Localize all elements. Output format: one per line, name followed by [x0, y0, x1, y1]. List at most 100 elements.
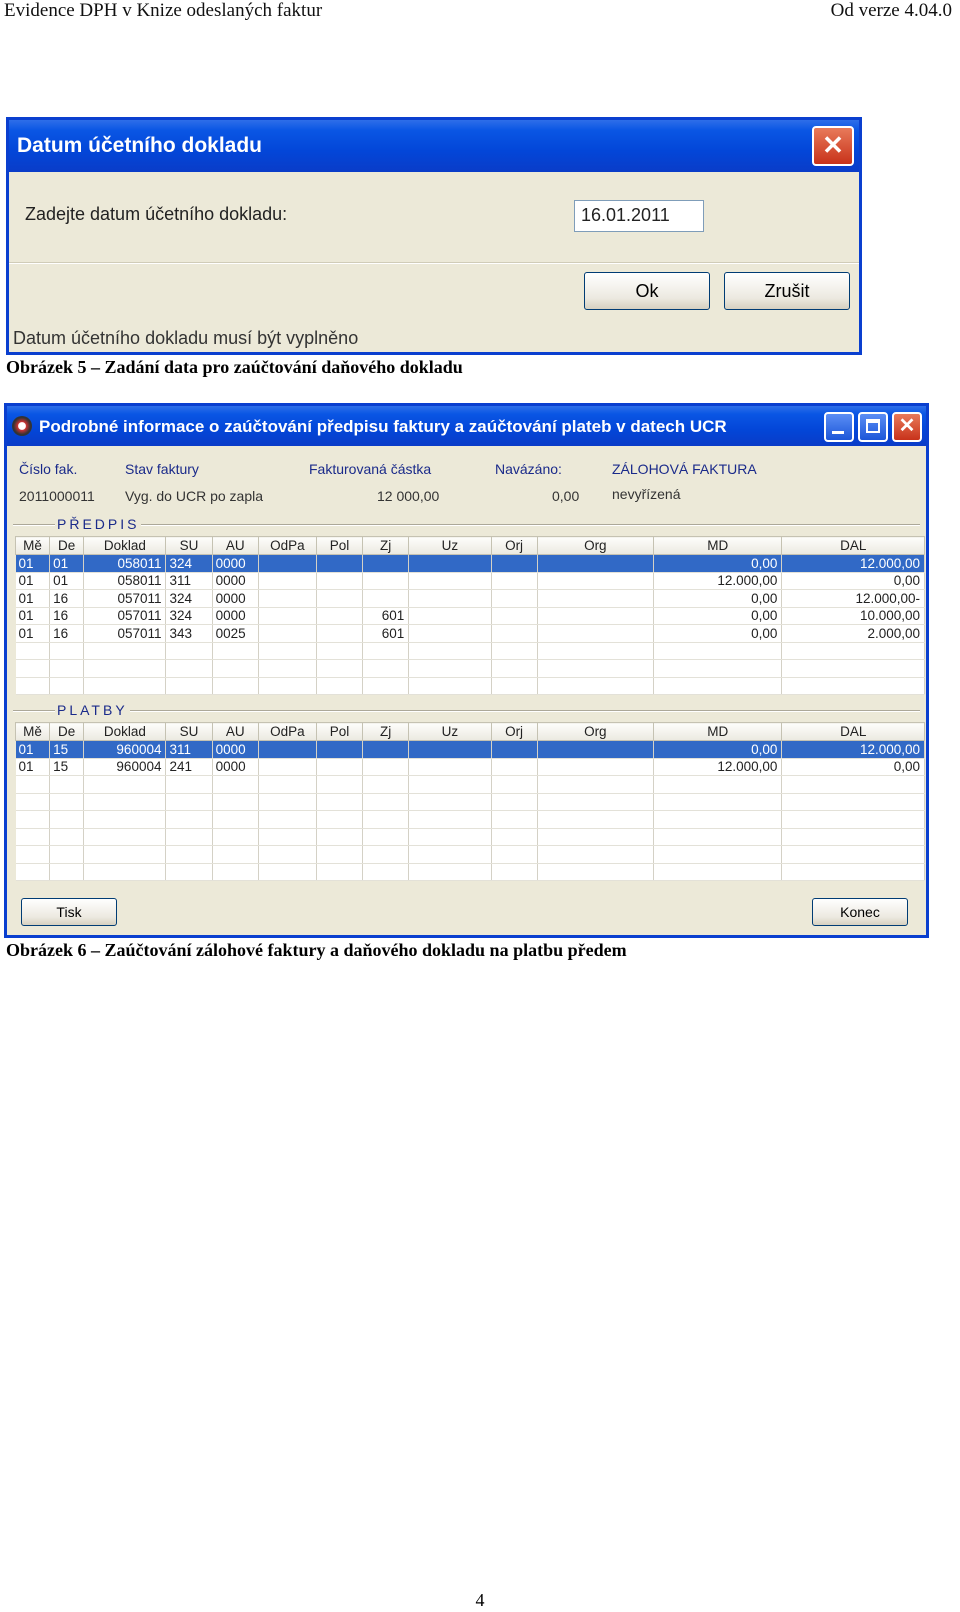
empty-row[interactable] [15, 828, 925, 846]
column-header-doklad[interactable]: Doklad [83, 536, 167, 555]
column-header-md[interactable]: MD [653, 536, 783, 555]
linked-label: Navázáno: [495, 461, 562, 477]
platby-table[interactable]: Mě De Doklad SU AU OdPa Pol Zj Uz Orj Org MD DAL 01 15… [14, 722, 925, 881]
empty-row[interactable] [15, 775, 925, 794]
platby-section-label: PLATBY [55, 702, 130, 718]
date-dialog-titlebar[interactable]: Datum účetního dokladu ✕ [9, 120, 859, 172]
cell-odpa [258, 659, 317, 678]
column-header-org[interactable]: Org [536, 536, 655, 555]
maximize-icon[interactable] [858, 412, 888, 442]
cell-me: 01 [15, 758, 51, 776]
column-header-md[interactable]: MD [653, 722, 783, 741]
cell-orj [491, 659, 538, 678]
column-header-org[interactable]: Org [536, 722, 655, 741]
column-header-me[interactable]: Mě [14, 722, 51, 741]
cell-pol [316, 828, 364, 846]
cell-uz [408, 828, 492, 846]
column-header-uz[interactable]: Uz [408, 536, 492, 555]
date-dialog-title: Datum účetního dokladu [17, 134, 263, 157]
empty-row[interactable] [15, 642, 925, 660]
cell-org [537, 642, 655, 660]
cell-me [15, 810, 51, 829]
cell-odpa [258, 740, 317, 759]
column-header-dal[interactable]: DAL [781, 722, 925, 741]
cell-zj [362, 659, 410, 678]
cell-au [212, 659, 259, 678]
linked-value: 0,00 [552, 488, 580, 504]
divider [9, 262, 859, 264]
column-header-pol[interactable]: Pol [315, 536, 364, 555]
column-header-zj[interactable]: Zj [362, 536, 410, 555]
cell-de: 16 [49, 624, 85, 643]
table-row[interactable]: 01 16 057011 343 0025 601 0,00 2.000,00 [15, 624, 925, 643]
column-header-odpa[interactable]: OdPa [257, 722, 317, 741]
minimize-icon[interactable] [824, 412, 854, 442]
cell-de [49, 828, 85, 846]
cell-dal [781, 863, 925, 881]
close-icon[interactable]: ✕ [892, 412, 922, 442]
empty-row[interactable] [15, 793, 925, 811]
cancel-button[interactable]: Zrušit [724, 272, 850, 310]
cell-au: 0000 [212, 740, 259, 759]
column-header-de[interactable]: De [49, 722, 85, 741]
cell-su [165, 793, 213, 811]
column-header-dal[interactable]: DAL [781, 536, 925, 555]
cell-au: 0000 [212, 589, 259, 608]
column-header-au[interactable]: AU [211, 722, 259, 741]
date-input[interactable]: 16.01.2011 [574, 200, 704, 232]
empty-row[interactable] [15, 677, 925, 695]
cell-org [537, 863, 655, 881]
column-header-doklad[interactable]: Doklad [83, 722, 167, 741]
predpis-table[interactable]: Mě De Doklad SU AU OdPa Pol Zj Uz Orj Org MD DAL 01 01… [14, 536, 925, 695]
cell-zj [362, 572, 410, 590]
table-header-row: Mě De Doklad SU AU OdPa Pol Zj Uz Orj Org MD DAL [14, 536, 925, 555]
close-icon[interactable]: ✕ [812, 126, 854, 166]
table-row[interactable]: 01 15 960004 311 0000 0,00 12.000,00 [15, 740, 925, 759]
column-header-orj[interactable]: Orj [490, 536, 538, 555]
empty-row[interactable] [15, 659, 925, 678]
cell-dal [781, 793, 925, 811]
posting-dialog-titlebar[interactable]: Podrobné informace o zaúčtování předpisu… [7, 406, 926, 446]
column-header-pol[interactable]: Pol [315, 722, 364, 741]
column-header-uz[interactable]: Uz [408, 722, 492, 741]
table-row[interactable]: 01 16 057011 324 0000 0,00 12.000,00- [15, 589, 925, 608]
column-header-de[interactable]: De [49, 536, 85, 555]
invoice-number-value: 2011000011 [19, 488, 95, 504]
ok-button[interactable]: Ok [584, 272, 710, 310]
cell-md [653, 810, 783, 829]
table-row[interactable]: 01 16 057011 324 0000 601 0,00 10.000,00 [15, 607, 925, 625]
empty-row[interactable] [15, 863, 925, 881]
cell-de [49, 810, 85, 829]
cell-org [537, 572, 655, 590]
cell-pol [316, 659, 364, 678]
end-button[interactable]: Konec [812, 898, 908, 926]
table-row[interactable]: 01 01 058011 311 0000 12.000,00 0,00 [15, 572, 925, 590]
cell-org [537, 758, 655, 776]
cell-me [15, 828, 51, 846]
table-row[interactable]: 01 15 960004 241 0000 12.000,00 0,00 [15, 758, 925, 776]
posting-details-dialog: Podrobné informace o zaúčtování předpisu… [4, 403, 929, 938]
cell-doklad [83, 810, 167, 829]
cell-orj [491, 740, 538, 759]
cell-me: 01 [15, 607, 51, 625]
column-header-au[interactable]: AU [211, 536, 259, 555]
column-header-odpa[interactable]: OdPa [257, 536, 317, 555]
table-row[interactable]: 01 01 058011 324 0000 0,00 12.000,00 [15, 554, 925, 573]
cell-orj [491, 775, 538, 794]
cell-orj [491, 572, 538, 590]
print-button[interactable]: Tisk [21, 898, 117, 926]
cell-au [212, 828, 259, 846]
empty-row[interactable] [15, 845, 925, 864]
cell-pol [316, 677, 364, 695]
column-header-zj[interactable]: Zj [362, 722, 410, 741]
cell-orj [491, 589, 538, 608]
cell-me: 01 [15, 589, 51, 608]
cell-de [49, 863, 85, 881]
empty-row[interactable] [15, 810, 925, 829]
column-header-su[interactable]: SU [165, 722, 213, 741]
invoiced-amount-value: 12 000,00 [377, 488, 440, 504]
column-header-orj[interactable]: Orj [490, 722, 538, 741]
cell-su: 241 [165, 758, 213, 776]
column-header-me[interactable]: Mě [14, 536, 51, 555]
column-header-su[interactable]: SU [165, 536, 213, 555]
